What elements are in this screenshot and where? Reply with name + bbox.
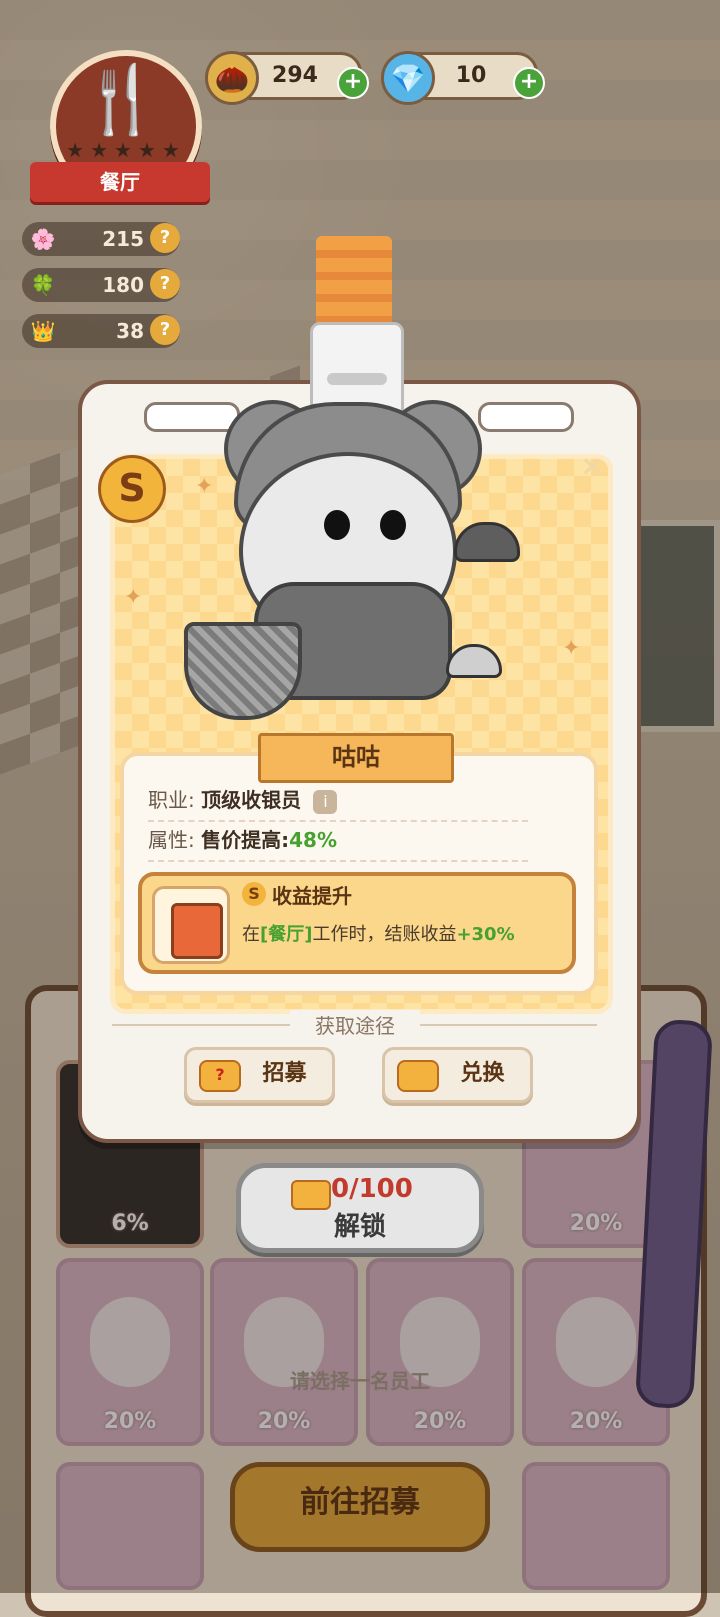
hamster-character <box>184 392 524 722</box>
skill-title: 收益提升 <box>272 884 352 908</box>
attribute-value: 售价提高: <box>201 828 290 852</box>
unlock-count: 0/100 <box>331 1174 413 1204</box>
building-label: 餐厅 <box>30 162 210 202</box>
exchange-button[interactable]: 兑换 <box>382 1047 533 1103</box>
recruit-button[interactable]: ? 招募 <box>184 1047 335 1103</box>
diamond-icon: 💎 <box>381 51 435 105</box>
flower-icon: 🌸 <box>30 227 56 251</box>
unlock-label: 解锁 <box>333 1212 386 1242</box>
skill-grade-icon: S <box>242 882 266 906</box>
basket-icon <box>184 622 302 720</box>
attribute-row: 属性: 售价提高:48% <box>148 820 528 862</box>
help-button[interactable]: ? <box>150 223 180 253</box>
help-button[interactable]: ? <box>150 315 180 345</box>
crown-icon: 👑 <box>30 319 56 343</box>
stat-value: 38 <box>116 319 144 343</box>
attribute-pct: 48% <box>289 828 337 852</box>
close-icon[interactable]: × <box>578 452 606 480</box>
unlock-button[interactable]: 0/100 解锁 <box>236 1163 484 1253</box>
skill-description: 在[餐厅]工作时，结账收益+30% <box>242 924 515 945</box>
fork-spoon-icon: 🍴 <box>80 61 163 138</box>
exchange-ticket-icon <box>397 1060 439 1092</box>
job-label: 职业: <box>148 788 195 812</box>
stat-flower: 🌸 215 ? <box>22 222 180 256</box>
stat-value: 215 <box>102 227 144 251</box>
attribute-label: 属性: <box>148 828 195 852</box>
acquire-title: 获取途径 <box>290 1010 420 1039</box>
add-gems-button[interactable]: + <box>513 67 545 99</box>
sparkle-icon: ✦ <box>562 636 581 661</box>
help-button[interactable]: ? <box>150 269 180 299</box>
cash-register-icon <box>152 886 230 964</box>
mushroom-icon <box>446 644 502 678</box>
stat-crown: 👑 38 ? <box>22 314 180 348</box>
seed-coin-icon: 🌰 <box>205 51 259 105</box>
gem-counter: 💎 10 + <box>381 51 545 105</box>
job-row: 职业: 顶级收银员 i <box>148 780 528 822</box>
job-value: 顶级收银员 <box>201 788 302 812</box>
add-coins-button[interactable]: + <box>337 67 369 99</box>
employee-name: 咕咕 <box>258 733 454 783</box>
sparkle-icon: ✦ <box>124 585 143 610</box>
clover-icon: 🍀 <box>30 273 56 297</box>
exchange-label: 兑换 <box>460 1061 505 1086</box>
coin-counter: 🌰 294 + <box>205 51 369 105</box>
gem-value: 10 <box>455 63 487 88</box>
grade-badge: S <box>98 455 166 527</box>
coin-value: 294 <box>272 63 318 88</box>
building-badge[interactable]: 🍴 ★★★★★ 餐厅 <box>20 50 210 202</box>
info-icon[interactable]: i <box>313 789 338 814</box>
star-rating-icon: ★★★★★ <box>66 138 186 162</box>
skill-panel: S 收益提升 在[餐厅]工作时，结账收益+30% <box>138 872 576 974</box>
mushroom-icon <box>454 522 520 562</box>
stat-value: 180 <box>102 273 144 297</box>
recruit-ticket-icon: ? <box>199 1060 241 1092</box>
grade-letter: S <box>98 455 166 523</box>
stat-clover: 🍀 180 ? <box>22 268 180 302</box>
recruit-label: 招募 <box>262 1061 307 1086</box>
